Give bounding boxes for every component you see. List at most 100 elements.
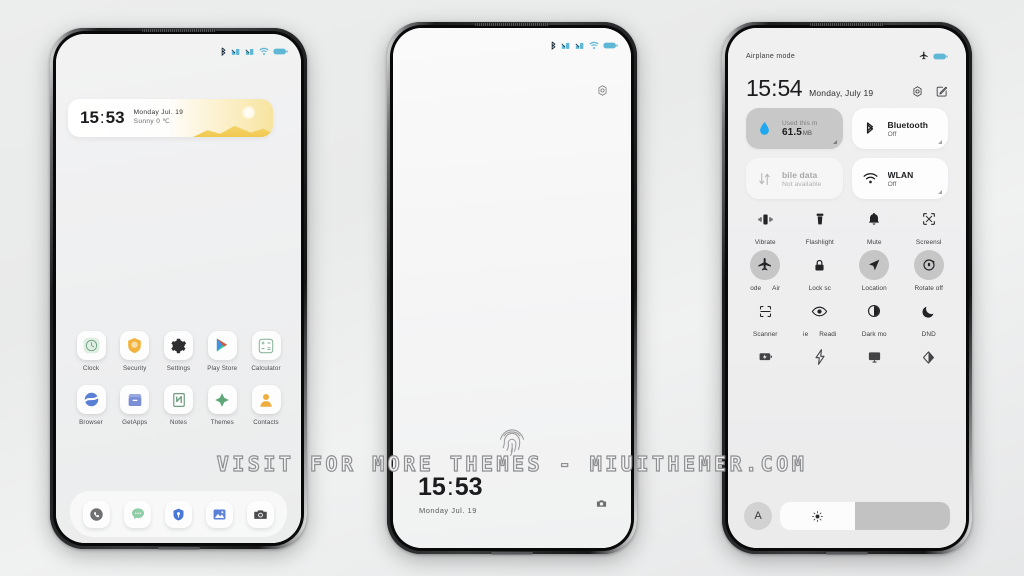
toggle-scanner[interactable]: Scanner <box>738 296 793 338</box>
phone1-bottom-nub <box>157 547 200 550</box>
gallery-icon[interactable] <box>206 500 233 528</box>
widget-date: Monday Jul. 19 <box>133 109 184 117</box>
toggle-lightning[interactable] <box>793 342 848 377</box>
tile-expand-corner[interactable] <box>832 140 837 144</box>
phone2-bottom-nub <box>491 552 533 555</box>
widget-weather-text: Monday Jul. 19 Sunny 0 ℃ <box>134 109 184 126</box>
security-dock-icon[interactable] <box>165 500 192 528</box>
big-tiles: Used this m 61.5MB Bluetooth Off bile da… <box>746 108 948 208</box>
phone-control-center: Airplane mode 15:54 Monday, July 19 Used… <box>722 22 972 555</box>
app-label: Browser <box>79 419 103 426</box>
app-row-2: Browser GetApps Notes Themes Contacts <box>72 385 285 426</box>
phone-icon[interactable] <box>83 500 110 528</box>
camera-shortcut-icon[interactable] <box>596 496 607 514</box>
toggle-dark-mode[interactable]: Dark mo <box>847 296 902 338</box>
settings-gear-icon[interactable] <box>911 85 924 98</box>
app-label: Themes <box>210 419 234 426</box>
camera-icon[interactable] <box>247 500 274 528</box>
toggle-label: Rotate off <box>914 285 944 292</box>
toggle-dnd[interactable]: DND <box>902 296 957 338</box>
app-browser[interactable]: Browser <box>72 385 110 426</box>
bell-icon <box>859 204 889 234</box>
toggle-label-pair: ie Readi <box>803 331 836 338</box>
app-label: Play Store <box>207 365 238 372</box>
gear-icon <box>164 331 193 360</box>
app-getapps[interactable]: GetApps <box>116 385 154 426</box>
big-tile-row-2: bile data Not available WLAN Off <box>746 158 948 199</box>
toggle-rotate[interactable]: Rotate off <box>902 250 957 292</box>
messages-icon[interactable] <box>124 500 151 528</box>
gear-icon[interactable] <box>596 84 609 102</box>
cc-action-icons <box>911 85 948 98</box>
signal-2-icon <box>575 43 584 49</box>
toggle-label-truncated-left: ode <box>750 285 762 292</box>
toggle-airplane-mode[interactable]: ode Air <box>738 250 793 292</box>
tile-mobile-data[interactable]: bile data Not available <box>746 158 843 199</box>
toggle-reading-mode[interactable]: ie Readi <box>793 296 848 338</box>
brightness-slider[interactable] <box>780 502 950 530</box>
cc-date: Monday, July 19 <box>809 88 874 98</box>
lock-time: 15:53 <box>418 473 483 501</box>
app-label: Settings <box>166 365 191 372</box>
toggle-contrast[interactable] <box>902 342 957 377</box>
contrast-icon <box>914 342 944 372</box>
scanner-icon <box>750 296 780 326</box>
auto-brightness-button[interactable]: A <box>744 502 772 530</box>
tile-expand-corner[interactable] <box>938 140 942 144</box>
quick-toggles: Vibrate Flashlight Mute Screensl ode Air… <box>738 204 956 381</box>
toggle-label-truncated-right: Readi <box>819 331 837 338</box>
cc-status-icons <box>919 51 948 61</box>
tile-wlan-text: WLAN Off <box>888 170 914 188</box>
vibrate-icon <box>750 204 780 234</box>
toggle-screenshot[interactable]: Screensl <box>902 204 957 246</box>
toggle-cast[interactable] <box>847 342 902 377</box>
toggle-battery-saver[interactable] <box>738 342 793 377</box>
cc-time: 15:54 <box>746 75 803 101</box>
tile-bluetooth[interactable]: Bluetooth Off <box>851 108 948 149</box>
app-notes[interactable]: Notes <box>160 385 198 426</box>
toggle-lock-screen[interactable]: Lock sc <box>793 250 848 292</box>
app-security[interactable]: Security <box>116 331 154 372</box>
app-play-store[interactable]: Play Store <box>203 331 241 372</box>
data-drop-icon <box>756 121 773 136</box>
cc-status-bar: Airplane mode <box>728 48 966 64</box>
battery-saver-icon <box>750 342 780 372</box>
mobile-data-icon <box>756 172 773 186</box>
app-label: Contacts <box>253 419 279 426</box>
brightness-icon <box>812 510 823 522</box>
tile-expand-corner[interactable] <box>938 190 942 194</box>
tile-value: 61.5MB <box>782 126 813 138</box>
toggle-location[interactable]: Location <box>847 250 902 292</box>
edit-icon[interactable] <box>935 85 948 98</box>
app-calculator[interactable]: Calculator <box>247 331 285 372</box>
toggle-vibrate[interactable]: Vibrate <box>738 204 793 246</box>
weather-clock-widget[interactable]: 15:53 Monday Jul. 19 Sunny 0 ℃ <box>68 99 273 137</box>
hills-decoration <box>193 125 273 137</box>
play-store-icon <box>207 331 237 360</box>
tile-wlan[interactable]: WLAN Off <box>851 158 948 199</box>
toggle-flashlight[interactable]: Flashlight <box>793 204 848 246</box>
app-label: Clock <box>82 365 100 372</box>
toggle-mute[interactable]: Mute <box>847 204 902 246</box>
airplane-mode-status: Airplane mode <box>746 52 796 60</box>
getapps-icon <box>120 385 150 414</box>
phone2-status-bar <box>393 28 631 56</box>
phone2-earpiece <box>475 23 549 26</box>
app-settings[interactable]: Settings <box>160 331 198 372</box>
tile-subtitle: Off <box>887 130 897 138</box>
bluetooth-icon <box>221 47 226 56</box>
app-row-1: Clock Security Settings Play Store Calcu… <box>72 331 285 372</box>
fingerprint-icon[interactable] <box>495 424 529 463</box>
dock <box>70 491 287 537</box>
app-contacts[interactable]: Contacts <box>247 385 285 426</box>
tile-data-usage[interactable]: Used this m 61.5MB <box>746 108 843 149</box>
cast-icon <box>859 342 889 372</box>
phone3-earpiece <box>810 23 884 26</box>
app-label: Calculator <box>251 365 281 372</box>
app-clock[interactable]: Clock <box>72 331 110 372</box>
big-tile-row-1: Used this m 61.5MB Bluetooth Off <box>746 108 948 149</box>
clock-icon <box>76 331 106 360</box>
phone-home-screen: 15:53 Monday Jul. 19 Sunny 0 ℃ Clock Sec… <box>50 28 307 550</box>
signal-1-icon <box>561 43 570 49</box>
app-themes[interactable]: Themes <box>203 385 241 426</box>
